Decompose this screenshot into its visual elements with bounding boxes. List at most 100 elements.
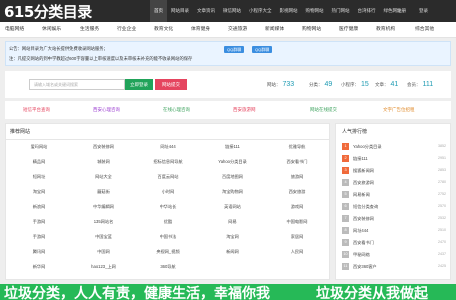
rank-site-name[interactable]: 网易新闻 [353,190,370,199]
nav-articles[interactable]: 文章资讯 [193,0,219,22]
category-link[interactable]: 购物网站 [302,22,321,38]
recommended-site-link[interactable]: 精品网 [7,159,71,165]
ad-link[interactable]: 西安心理咨询 [93,101,120,119]
recommended-site-link[interactable]: 中国书法 [136,234,200,240]
recommended-site-link[interactable]: 优酷 [136,219,200,225]
recommended-site-link[interactable]: 小时网 [136,189,200,195]
recommended-site-link[interactable]: 百度地图网 [201,174,265,180]
nav-wechat[interactable]: 微信网站 [219,0,245,22]
recommended-site-link[interactable]: 中华站长 [136,204,200,210]
ad-link[interactable]: 在线心理咨询 [163,101,190,119]
recommended-site-link[interactable]: 网易 [201,219,265,225]
recommended-site-link[interactable]: Yahoo分类目录 [201,159,265,165]
ad-link[interactable]: 西安旅游网 [233,101,256,119]
recommended-site-link[interactable]: 旅游网 [265,174,329,180]
category-link[interactable]: 交通旅游 [228,22,247,38]
recommended-site-link[interactable]: 360导航 [136,264,200,270]
recommended-site-link[interactable]: 人民网 [265,249,329,255]
recommended-site-link[interactable]: 腾讯网 [7,249,71,255]
rank-site-name[interactable]: Yahoo分类目录 [353,142,382,151]
recommended-site-link[interactable]: 新闻网 [201,249,265,255]
category-link[interactable]: 生活服务 [80,22,99,38]
rank-site-name[interactable]: 西安旅游网 [353,178,374,187]
ranking-item[interactable]: 7 西安装修网 2532 [342,214,446,223]
category-link[interactable]: 医疗健康 [339,22,358,38]
recommended-site-link[interactable]: 西安装修网 [72,144,136,150]
recommended-site-link[interactable]: 135网站名 [72,219,136,225]
rank-site-name[interactable]: 网址444 [353,226,368,235]
category-link[interactable]: 电脑网络 [5,22,24,38]
rank-site-name[interactable]: 西安看书门 [353,238,374,247]
ranking-item[interactable]: 6 短信分类查询 2570 [342,202,446,211]
recommended-site-link[interactable]: 淘宝网 [7,189,71,195]
ad-link[interactable]: 文字广告位招租 [383,101,415,119]
recommended-site-link[interactable]: 网站大全 [72,174,136,180]
ranking-item[interactable]: 10 甲秘网络 2437 [342,250,446,259]
recommended-site-link[interactable]: 淘宝网 [201,234,265,240]
qq-group-button-2[interactable]: QQ群聊 [252,46,273,53]
bottom-banner[interactable]: 垃圾分类，人人有责，健康生活，幸福你我 垃圾分类从我做起 [0,284,456,300]
ad-link[interactable]: 短信平台查询 [23,101,50,119]
recommended-site-link[interactable]: 网址444 [136,144,200,150]
recommended-site-link[interactable]: 家居网 [265,234,329,240]
site-logo[interactable]: 615分类目录 [4,1,92,22]
rank-site-name[interactable]: 西安装修网 [353,214,374,223]
recommended-site-link[interactable]: 英语网站 [201,204,265,210]
nav-hot[interactable]: 热门网站 [328,0,354,22]
category-link[interactable]: 新闻媒体 [265,22,284,38]
nav-video[interactable]: 影视网站 [276,0,302,22]
recommended-site-link[interactable]: 城装网 [72,159,136,165]
recommended-site-link[interactable]: 手游网 [7,219,71,225]
recommended-site-link[interactable]: 西安旅游 [265,189,329,195]
recommended-site-link[interactable]: 短网址 [7,174,71,180]
recommended-site-link[interactable]: 招标信息网导航 [136,159,200,165]
recommended-site-link[interactable]: 爱玛网站 [7,144,71,150]
ranking-item[interactable]: 3 搜狐新闻网 2853 [342,166,446,175]
search-submit-button[interactable]: 立即登录 [125,79,153,90]
recommended-site-link[interactable]: 新华网 [7,264,71,270]
recommended-site-link[interactable]: 西安看书门 [265,159,329,165]
recommended-site-link[interactable]: 百度云网站 [136,174,200,180]
rank-site-name[interactable]: 西安360客户 [353,262,377,271]
ranking-item[interactable]: 9 西安看书门 2470 [342,238,446,247]
recommended-site-link[interactable]: 淘宝购物网 [201,189,265,195]
recommended-site-link[interactable]: 优雅导航 [265,144,329,150]
recommended-site-link[interactable]: 中国电影网 [265,219,329,225]
category-link[interactable]: 行业企业 [117,22,136,38]
rank-site-name[interactable]: 搜狐新闻网 [353,166,374,175]
register-link[interactable]: 登录 [419,0,428,22]
recommended-site-link[interactable]: 游戏网 [265,204,329,210]
ranking-item[interactable]: 8 网址444 2510 [342,226,446,235]
login-link[interactable]: 注册 [397,0,406,22]
ranking-item[interactable]: 1 Yahoo分类目录 3852 [342,142,446,151]
recommended-site-link[interactable]: 央视网_视频 [136,249,200,255]
recommended-site-link[interactable]: 中国宝蓝 [72,234,136,240]
recommended-site-link[interactable]: 蘑菇街 [72,189,136,195]
nav-directory[interactable]: 网站目录 [167,0,193,22]
ranking-item[interactable]: 5 网易新闻 2752 [342,190,446,199]
nav-taiwan[interactable]: 台湾排行 [354,0,380,22]
nav-shopping[interactable]: 购物网站 [302,0,328,22]
recommended-site-link[interactable]: hao123_上网 [72,264,136,270]
category-link[interactable]: 休闲娱乐 [42,22,61,38]
rank-site-name[interactable]: 链接111 [353,154,368,163]
recommended-site-link[interactable]: 中华编辑网 [72,204,136,210]
submit-site-button[interactable]: 网站提交 [155,79,187,90]
recommended-site-link[interactable]: 手游网 [7,234,71,240]
search-input[interactable]: 请输入域名或关键词搜索 [29,79,125,90]
ad-link[interactable]: 网站在线提交 [310,101,337,119]
nav-home[interactable]: 首页 [150,0,167,22]
recommended-site-link[interactable]: 新浪网 [7,204,71,210]
ranking-item[interactable]: 2 链接111 2951 [342,154,446,163]
recommended-site-link[interactable]: 链接111 [201,144,265,150]
rank-site-name[interactable]: 短信分类查询 [353,202,378,211]
qq-group-button-1[interactable]: QQ群聊 [224,46,245,53]
category-link[interactable]: 综合其他 [415,22,434,38]
category-link[interactable]: 教育机构 [376,22,395,38]
ranking-item[interactable]: 11 西安360客户 2425 [342,262,446,271]
nav-miniprogram[interactable]: 小程序大全 [245,0,276,22]
category-link[interactable]: 体育健身 [191,22,210,38]
recommended-site-link[interactable]: 中国网 [72,249,136,255]
ranking-item[interactable]: 4 西安旅游网 2780 [342,178,446,187]
category-link[interactable]: 教育文化 [154,22,173,38]
